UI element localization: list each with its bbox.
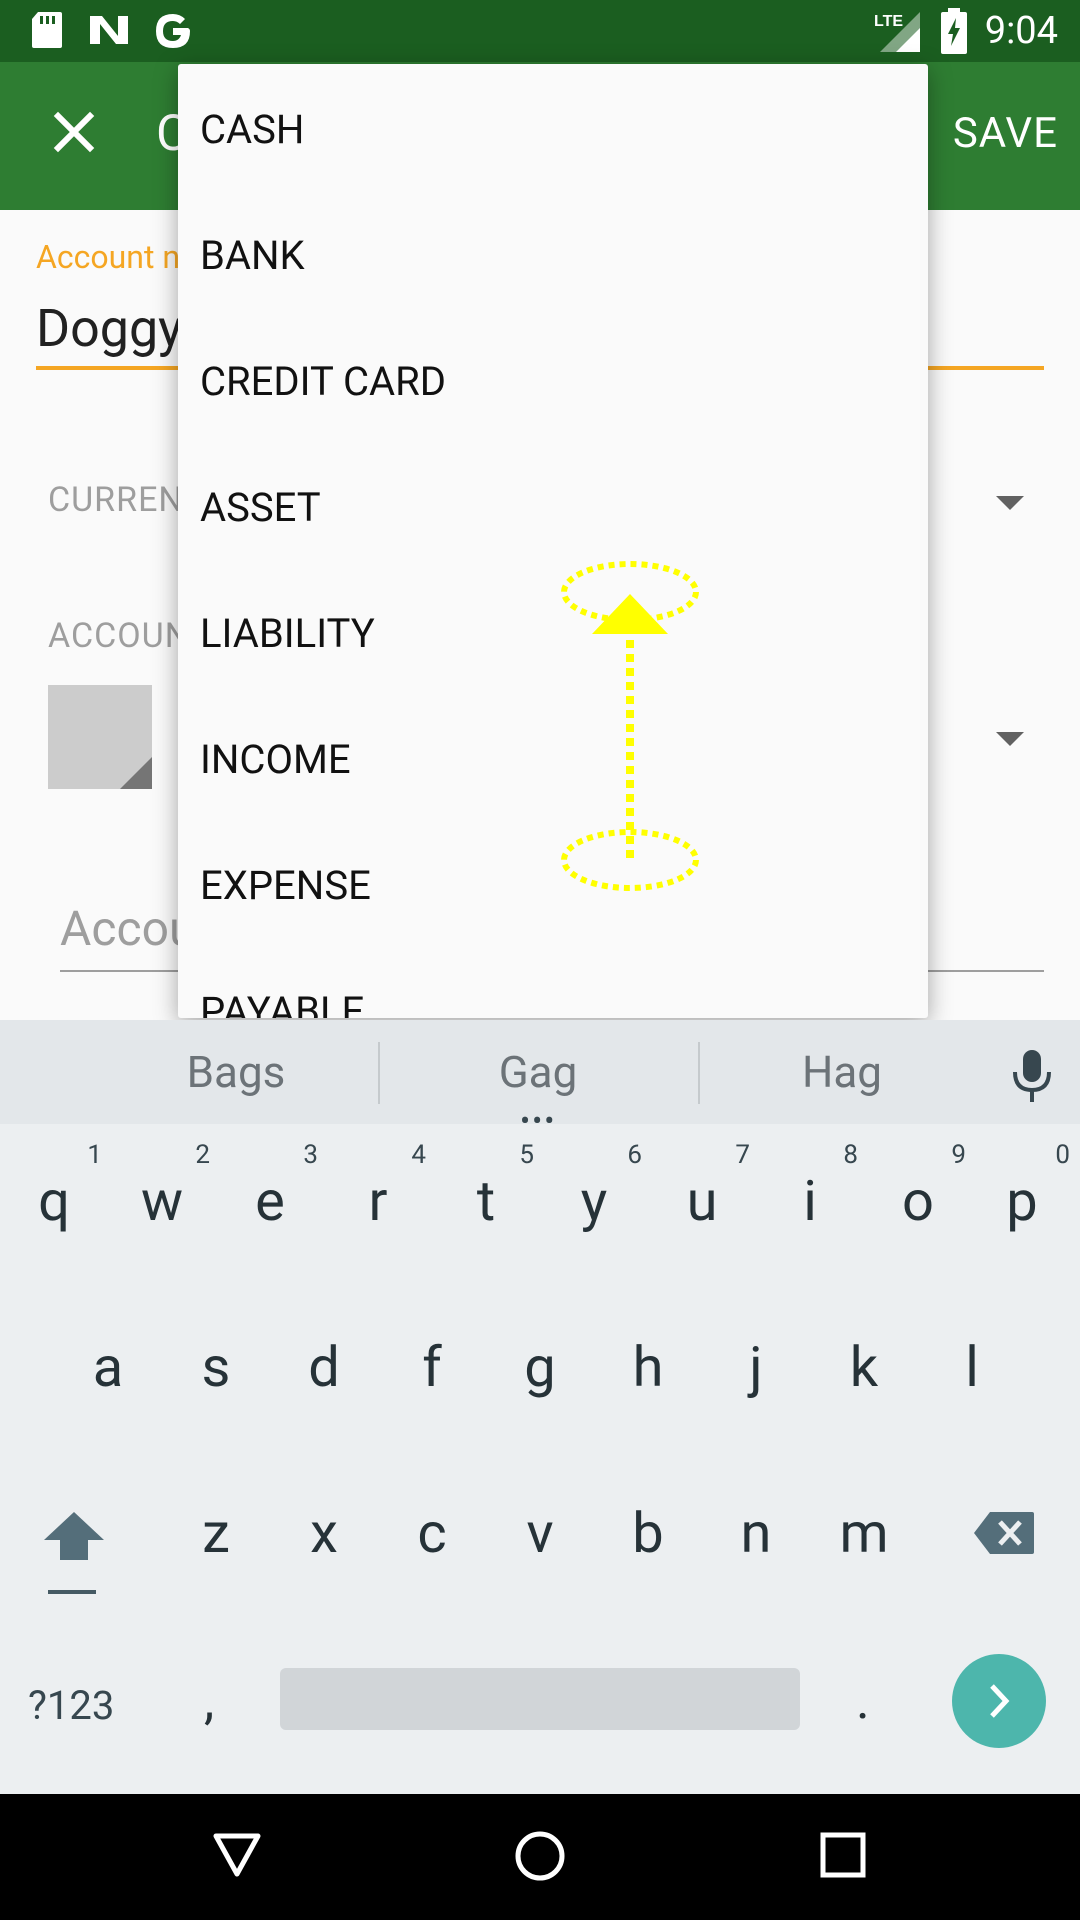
account-name-input[interactable]: Doggy xyxy=(36,298,183,359)
backspace-icon[interactable] xyxy=(972,1510,1036,1556)
dropdown-item-payable[interactable]: PAYABLE xyxy=(200,988,364,1018)
space-bar[interactable] xyxy=(280,1668,800,1730)
suggestion-strip: Bags Gag Hag ••• xyxy=(0,1020,1080,1137)
suggestion-3[interactable]: Hag xyxy=(712,1046,972,1098)
dropdown-item-income[interactable]: INCOME xyxy=(200,736,351,784)
network-type-label: LTE xyxy=(874,13,903,30)
comma-key[interactable]: , xyxy=(204,1670,214,1731)
status-bar: LTE 9:04 xyxy=(0,0,1080,62)
sd-card-icon xyxy=(32,12,62,48)
account-type-dropdown: CASH BANK CREDIT CARD ASSET LIABILITY IN… xyxy=(178,64,928,1018)
period-key[interactable]: . xyxy=(856,1670,870,1731)
chevron-right-icon xyxy=(990,1684,1010,1718)
dropdown-item-bank[interactable]: BANK xyxy=(200,232,305,280)
save-button[interactable]: SAVE xyxy=(953,108,1058,160)
home-icon[interactable] xyxy=(514,1830,566,1882)
key-x[interactable]: x xyxy=(270,1500,378,1566)
suggestion-1[interactable]: Bags xyxy=(106,1046,366,1098)
soft-keyboard: Bags Gag Hag ••• q1 w2 e3 r4 t5 y6 u7 i8… xyxy=(0,1020,1080,1794)
account-color-swatch[interactable] xyxy=(48,685,152,789)
key-f[interactable]: f xyxy=(378,1334,486,1400)
key-y[interactable]: y6 xyxy=(540,1140,648,1234)
key-b[interactable]: b xyxy=(594,1500,702,1566)
key-s[interactable]: s xyxy=(162,1334,270,1400)
dropdown-item-credit-card[interactable]: CREDIT CARD xyxy=(200,358,446,406)
account-name-label: Account n xyxy=(36,238,181,276)
currency-label: CURREN xyxy=(48,480,184,520)
battery-charging-icon xyxy=(941,8,967,54)
dropdown-item-liability[interactable]: LIABILITY xyxy=(200,610,375,658)
key-o[interactable]: o9 xyxy=(864,1140,972,1234)
key-i[interactable]: i8 xyxy=(756,1140,864,1234)
google-icon xyxy=(156,14,190,48)
key-q[interactable]: q1 xyxy=(0,1140,108,1234)
more-suggestions-icon[interactable]: ••• xyxy=(520,1107,556,1137)
key-u[interactable]: u7 xyxy=(648,1140,756,1234)
symbols-key[interactable]: ?123 xyxy=(28,1682,114,1729)
key-h[interactable]: h xyxy=(594,1334,702,1400)
key-d[interactable]: d xyxy=(270,1334,378,1400)
key-t[interactable]: t5 xyxy=(432,1140,540,1234)
key-j[interactable]: j xyxy=(702,1334,810,1400)
key-p[interactable]: p0 xyxy=(968,1140,1076,1234)
currency-dropdown-caret-icon[interactable] xyxy=(996,496,1024,510)
key-m[interactable]: m xyxy=(810,1500,918,1566)
account-type-dropdown-caret-icon[interactable] xyxy=(996,732,1024,746)
suggestion-2[interactable]: Gag xyxy=(408,1046,668,1098)
key-r[interactable]: r4 xyxy=(324,1140,432,1234)
key-z[interactable]: z xyxy=(162,1500,270,1566)
suggestion-divider xyxy=(698,1042,700,1104)
clock: 9:04 xyxy=(984,9,1058,53)
key-w[interactable]: w2 xyxy=(108,1140,216,1234)
suggestion-divider xyxy=(378,1042,380,1104)
navigation-bar xyxy=(0,1794,1080,1920)
enter-key[interactable] xyxy=(952,1654,1046,1748)
key-n[interactable]: n xyxy=(702,1500,810,1566)
n-notification-icon xyxy=(90,16,128,44)
recents-icon[interactable] xyxy=(820,1832,866,1878)
dropdown-item-asset[interactable]: ASSET xyxy=(200,484,321,532)
dropdown-item-cash[interactable]: CASH xyxy=(200,106,304,154)
signal-icon: LTE xyxy=(874,12,920,52)
back-icon[interactable] xyxy=(212,1830,262,1880)
shift-icon[interactable] xyxy=(42,1508,106,1564)
key-a[interactable]: a xyxy=(54,1334,162,1400)
key-k[interactable]: k xyxy=(810,1334,918,1400)
microphone-icon[interactable] xyxy=(1010,1048,1054,1104)
key-e[interactable]: e3 xyxy=(216,1140,324,1234)
key-v[interactable]: v xyxy=(486,1500,594,1566)
swatch-corner-icon xyxy=(120,757,152,789)
account-color-label: ACCOUN xyxy=(48,616,190,656)
close-icon[interactable] xyxy=(44,102,104,162)
dropdown-item-expense[interactable]: EXPENSE xyxy=(200,862,371,910)
key-l[interactable]: l xyxy=(918,1334,1026,1400)
key-c[interactable]: c xyxy=(378,1500,486,1566)
shift-underline xyxy=(48,1590,96,1594)
key-g[interactable]: g xyxy=(486,1334,594,1400)
description-input[interactable]: Accou xyxy=(60,900,195,957)
